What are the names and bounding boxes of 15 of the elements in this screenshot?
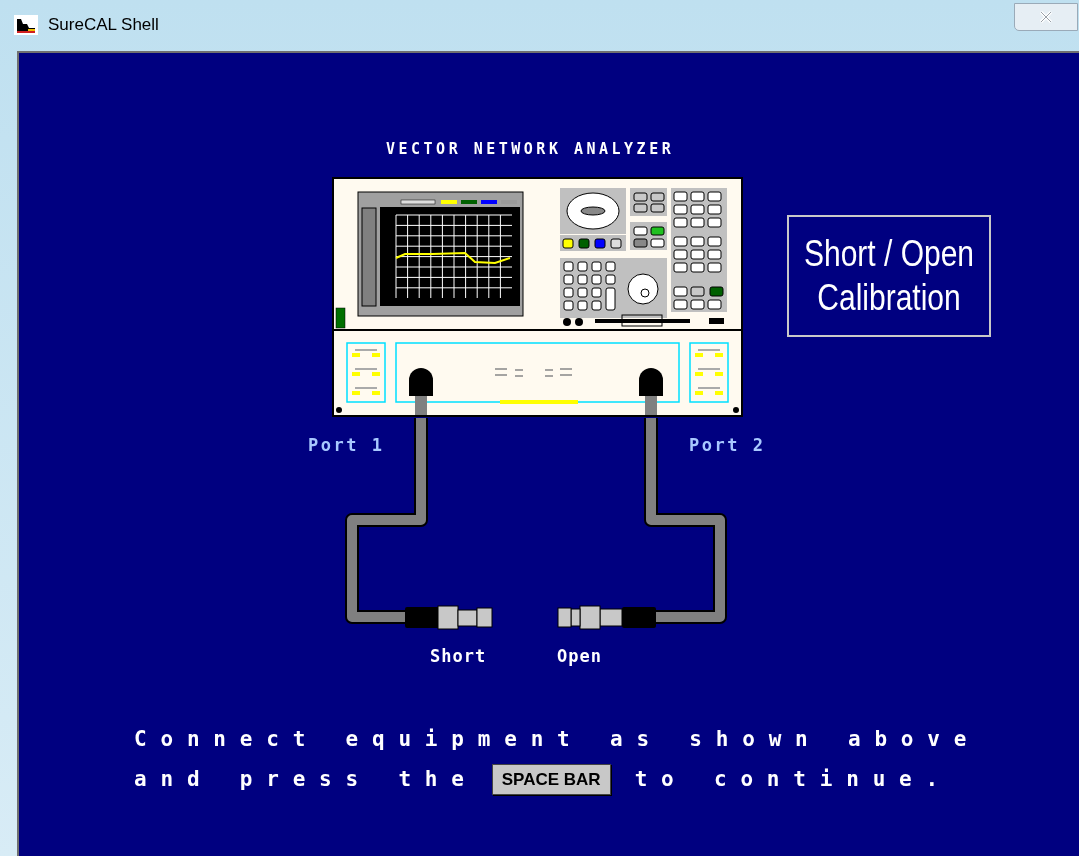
diagram-title: VECTOR NETWORK ANALYZER <box>386 139 675 160</box>
space-bar-key: SPACE BAR <box>491 763 611 795</box>
instruction-text: and press the <box>134 765 478 793</box>
termination-label: Open <box>557 645 602 668</box>
close-icon <box>1039 11 1053 23</box>
close-button[interactable] <box>1014 3 1078 31</box>
calibration-label: Calibration <box>817 276 961 320</box>
port-label: Port 1 <box>308 434 385 457</box>
window-title: SureCAL Shell <box>48 14 159 36</box>
instruction-text: Connect equipment as shown above <box>134 726 982 753</box>
termination-label: Short <box>430 645 487 668</box>
port-label: Port 2 <box>689 434 766 457</box>
app-icon <box>14 14 38 35</box>
instruction-text: to continue. <box>634 765 952 793</box>
calibration-label: Short / Open <box>803 232 975 276</box>
